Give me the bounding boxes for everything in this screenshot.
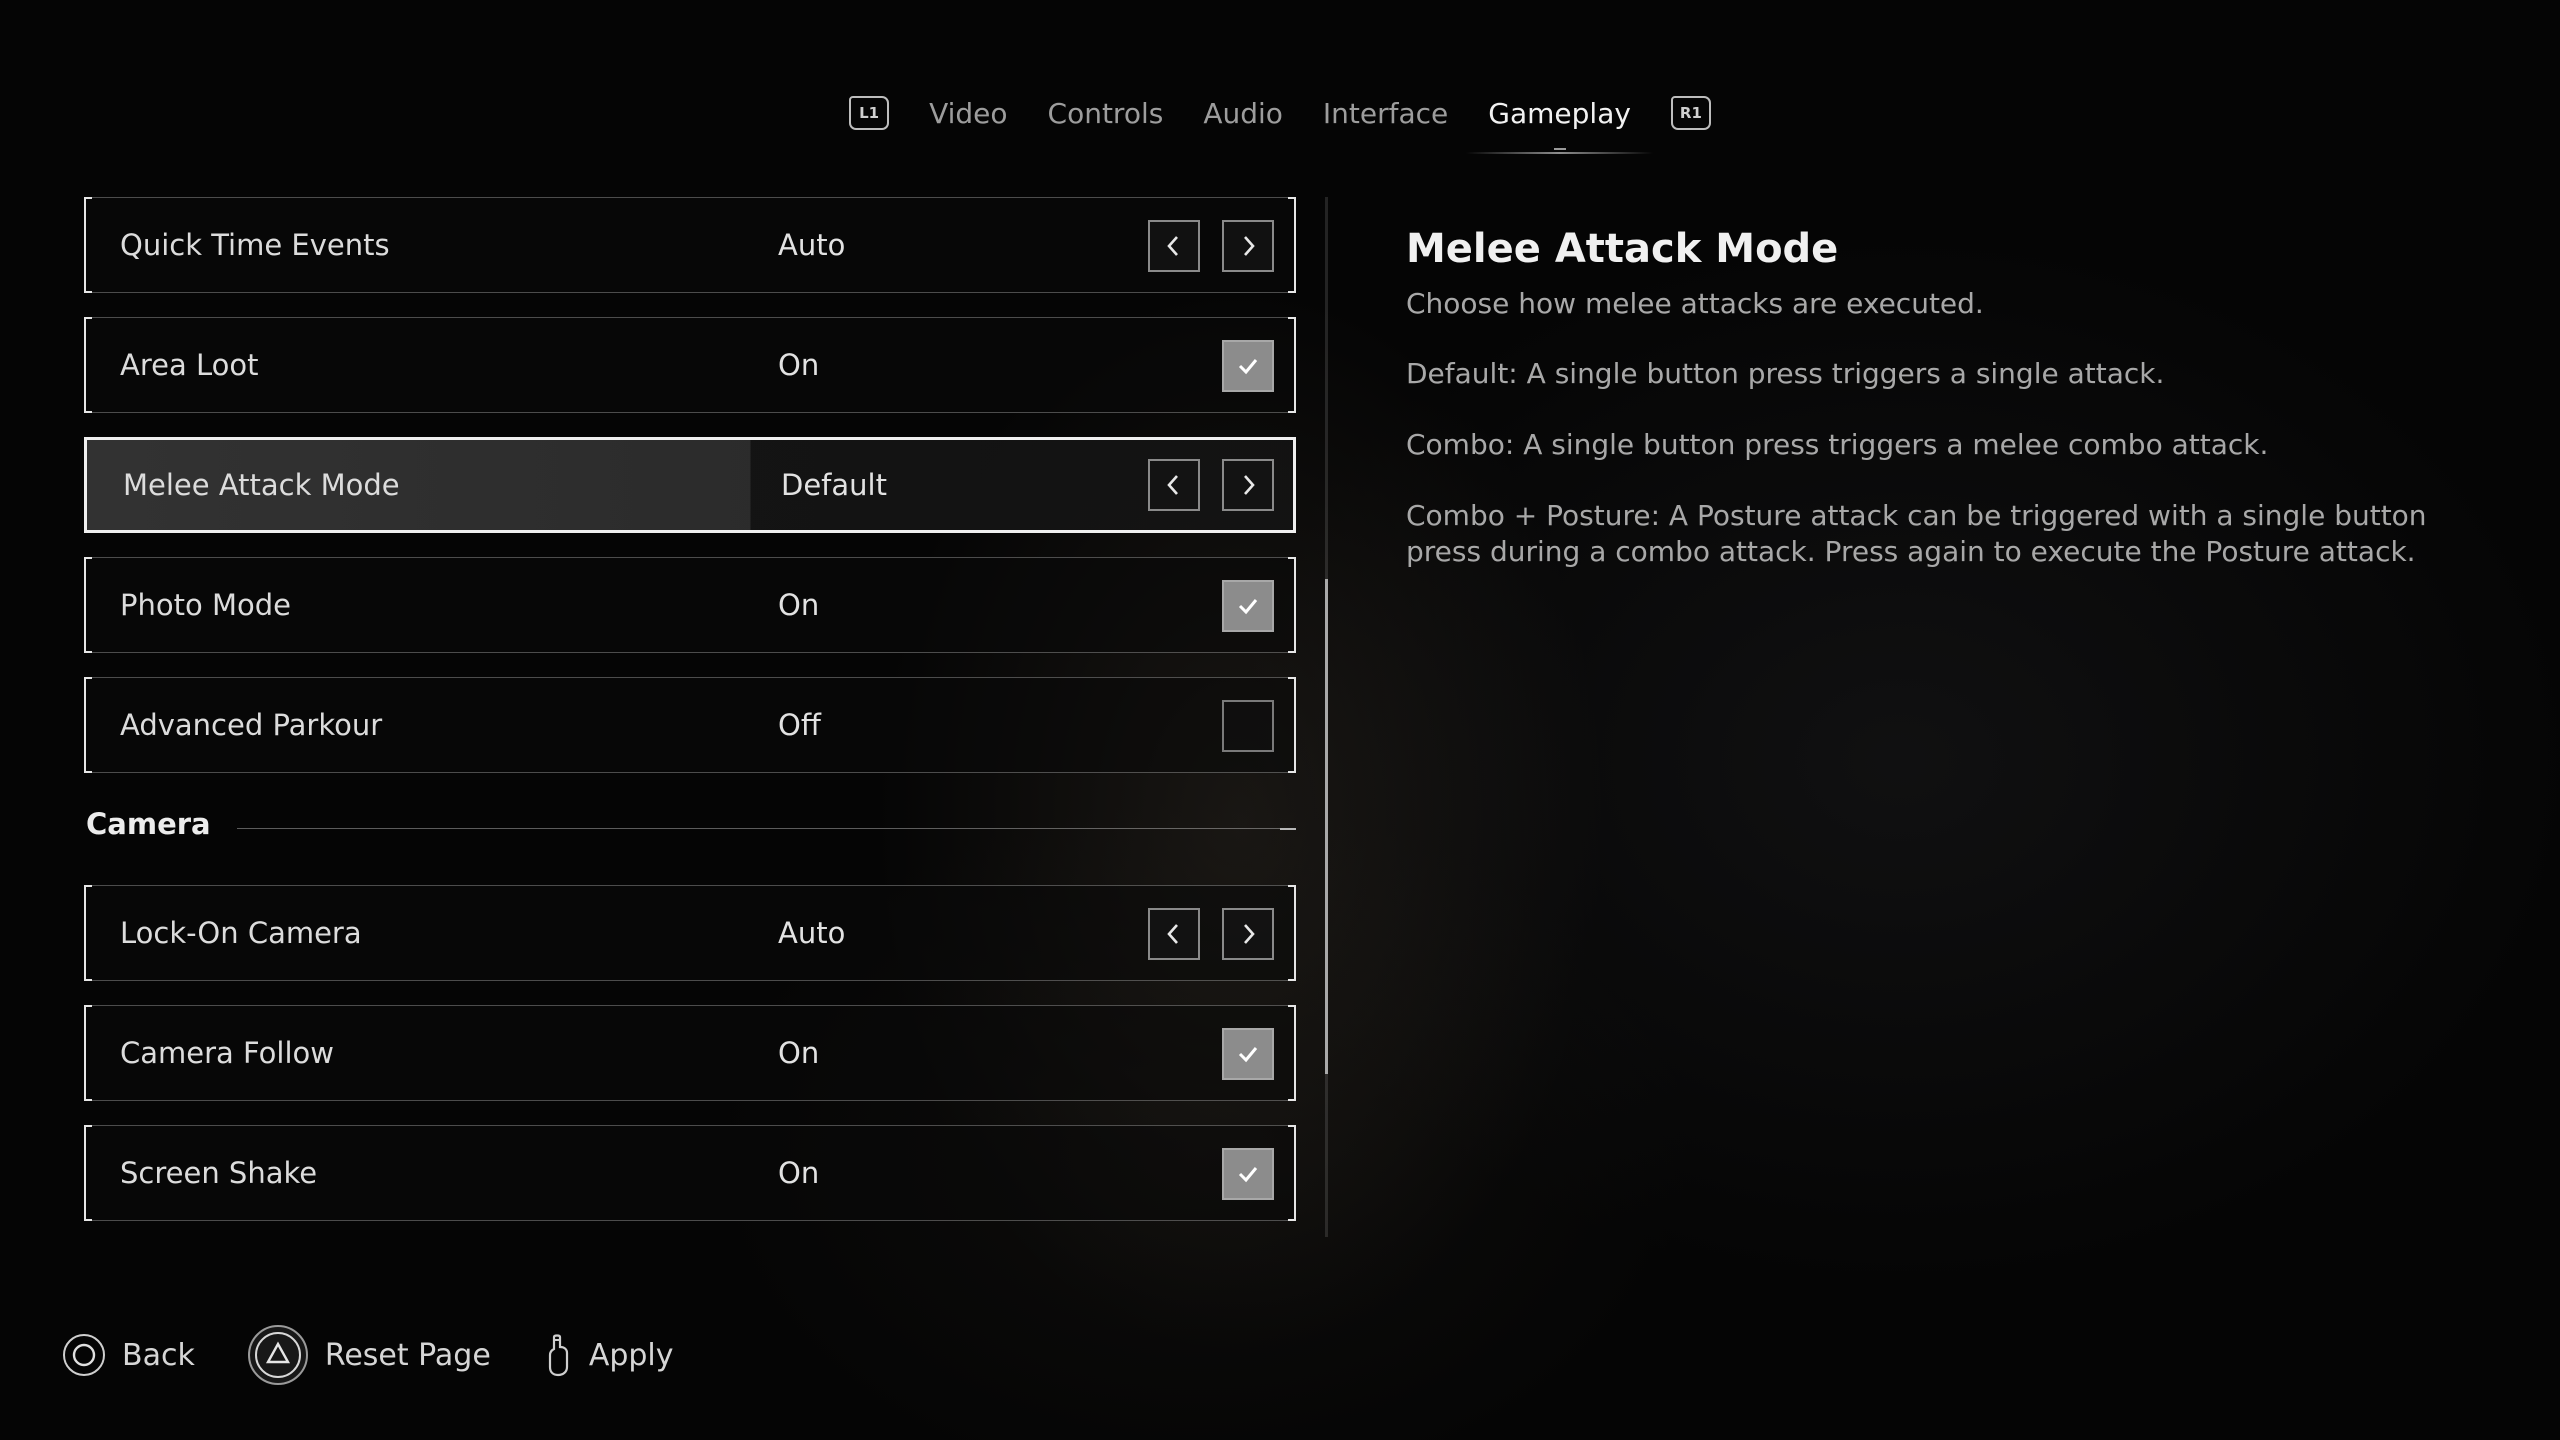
tab-bar: L1 Video Controls Audio Interface Gamepl… [0,78,2560,154]
scrollbar-track[interactable] [1325,197,1328,1237]
tab-audio[interactable]: Audio [1203,91,1283,136]
tab-controls[interactable]: Controls [1048,91,1164,136]
screen-shake-checkbox[interactable] [1222,1148,1274,1200]
circle-button-icon [62,1333,106,1377]
setting-value: On [778,348,820,382]
description-text: Default: A single button press triggers … [1406,357,2165,390]
section-title: Camera [86,807,211,841]
setting-row-camera-follow[interactable]: Camera Follow On [84,1005,1296,1101]
button-prompt-bar: Back Reset Page Apply [62,1325,726,1385]
description-text: Combo: A single button press triggers a … [1406,428,2269,461]
setting-label: Melee Attack Mode [123,468,400,502]
setting-row-melee-attack-mode[interactable]: Melee Attack Mode Default [84,437,1296,533]
setting-label: Screen Shake [120,1156,318,1190]
touchpad-finger-icon [543,1333,573,1377]
setting-row-lock-on-camera[interactable]: Lock-On Camera Auto [84,885,1296,981]
setting-value: Auto [778,228,846,262]
checkmark-icon [1238,1047,1258,1063]
scrollbar-thumb[interactable] [1325,579,1328,1074]
setting-value: On [778,588,820,622]
next-option-button[interactable] [1222,459,1274,511]
description-text: Choose how melee attacks are executed. [1406,287,1984,320]
tab-video[interactable]: Video [929,91,1007,136]
setting-label: Quick Time Events [120,228,390,262]
chevron-left-icon [1167,924,1178,944]
setting-value: Off [778,708,821,742]
checkmark-icon [1238,359,1258,375]
tab-gameplay[interactable]: Gameplay [1466,91,1653,154]
setting-row-screen-shake[interactable]: Screen Shake On [84,1125,1296,1221]
next-option-button[interactable] [1222,220,1274,272]
description-panel: Melee Attack Mode Choose how melee attac… [1406,226,2486,605]
tab-interface[interactable]: Interface [1323,91,1448,136]
chevron-right-icon [1244,475,1255,495]
r1-bumper-icon[interactable]: R1 [1670,96,1711,130]
area-loot-checkbox[interactable] [1222,340,1274,392]
reset-page-label: Reset Page [324,1337,491,1373]
description-title: Melee Attack Mode [1406,226,1839,272]
checkmark-icon [1238,1167,1258,1183]
photo-mode-checkbox[interactable] [1222,580,1274,632]
settings-list: Quick Time Events Auto Area Loot On Mele… [84,197,1296,1245]
setting-value: On [778,1036,820,1070]
setting-value: On [778,1156,820,1190]
setting-row-area-loot[interactable]: Area Loot On [84,317,1296,413]
triangle-button-icon [247,1324,309,1386]
apply-label: Apply [588,1337,674,1373]
previous-option-button[interactable] [1148,459,1200,511]
chevron-right-icon [1244,924,1255,944]
chevron-right-icon [1244,236,1255,256]
setting-value: Default [781,468,887,502]
setting-label: Lock-On Camera [120,916,362,950]
setting-value: Auto [778,916,846,950]
settings-screen: { "tabs": { "left_bumper": "L1", "right_… [0,0,2560,1440]
next-option-button[interactable] [1222,908,1274,960]
description-text: Combo + Posture: A Posture attack can be… [1406,499,2427,568]
chevron-left-icon [1167,236,1178,256]
back-button[interactable]: Back [62,1333,195,1377]
apply-button[interactable]: Apply [543,1333,674,1377]
section-divider [237,828,1296,830]
previous-option-button[interactable] [1148,908,1200,960]
setting-row-advanced-parkour[interactable]: Advanced Parkour Off [84,677,1296,773]
setting-row-quick-time-events[interactable]: Quick Time Events Auto [84,197,1296,293]
setting-label: Advanced Parkour [120,708,383,742]
checkmark-icon [1238,599,1258,615]
back-label: Back [122,1337,195,1373]
previous-option-button[interactable] [1148,220,1200,272]
camera-follow-checkbox[interactable] [1222,1028,1274,1080]
advanced-parkour-checkbox[interactable] [1222,700,1274,752]
setting-label: Camera Follow [120,1036,334,1070]
camera-section-header: Camera [84,797,1296,861]
setting-label: Area Loot [120,348,259,382]
chevron-left-icon [1167,475,1178,495]
l1-bumper-icon[interactable]: L1 [849,96,890,130]
setting-label: Photo Mode [120,588,291,622]
setting-row-photo-mode[interactable]: Photo Mode On [84,557,1296,653]
reset-page-button[interactable]: Reset Page [247,1324,491,1386]
